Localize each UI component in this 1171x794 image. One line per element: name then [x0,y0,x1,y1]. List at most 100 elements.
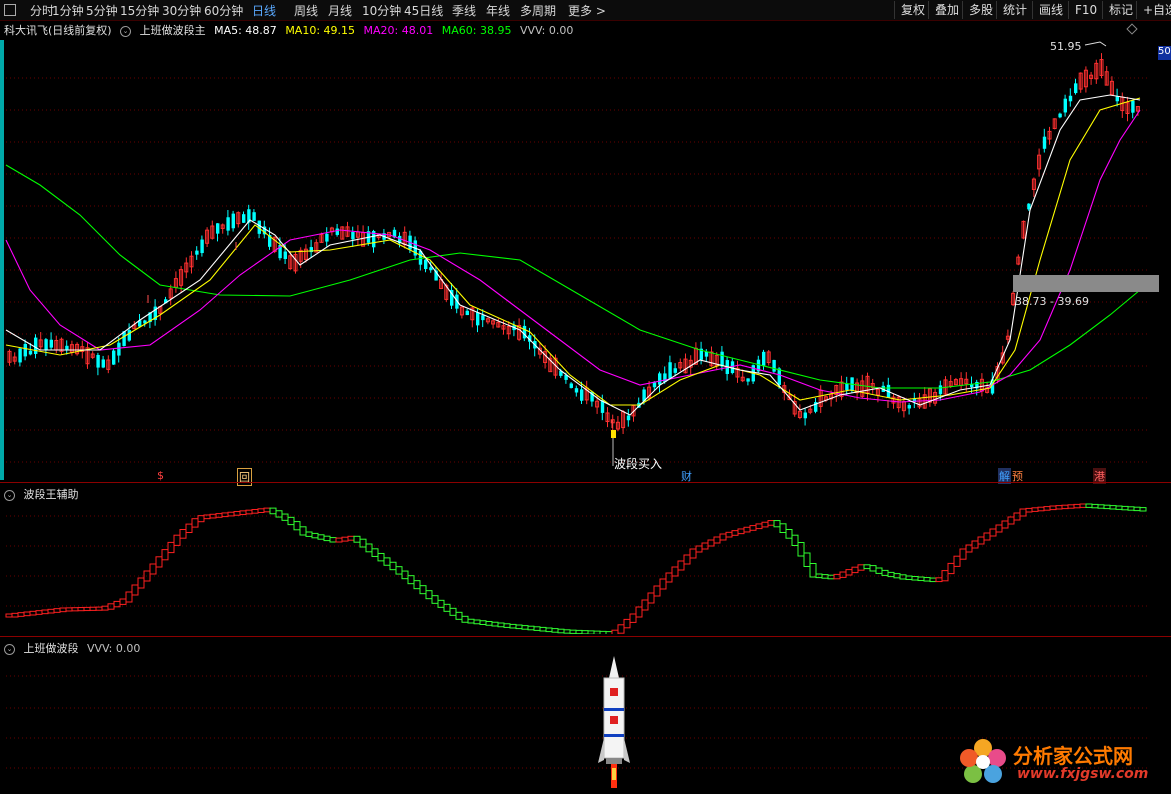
candle-down [1063,98,1067,113]
toolbar-button[interactable]: 标记 [1102,1,1139,19]
toolbar-button[interactable]: +自选 [1136,1,1171,19]
wave-step [269,507,277,515]
candle-down [200,239,204,254]
wave-step [311,532,319,539]
candle-down [28,350,33,355]
wave-step [125,591,133,603]
wave-step [443,603,451,612]
period-tab[interactable]: 5分钟 [86,2,118,19]
price-zone-box [1013,275,1159,292]
wave-step [293,521,301,531]
candlestick-chart[interactable]: 38.73 - 39.69 51.95 波段买入 [0,20,1171,480]
wave-step [839,571,847,578]
toolbar-button[interactable]: F10 [1068,1,1103,19]
wave-step [1037,506,1045,512]
buy-marker [611,430,616,438]
wave-step [689,548,697,559]
wave-step [761,521,769,528]
wave-step [5,613,13,618]
wave-step [869,565,877,572]
wave-step [539,626,547,632]
wave-step [407,575,415,585]
wave-step [287,516,295,526]
toolbar-button[interactable]: 叠加 [928,1,965,19]
toolbar-button[interactable]: 统计 [996,1,1033,19]
period-tab[interactable]: 45日线 [404,2,443,19]
candle-down [283,251,287,260]
wave-step [77,607,85,612]
period-tab[interactable]: 季线 [452,2,476,19]
wave-step [59,607,67,613]
candle-down [34,337,38,354]
wave-step [749,525,757,531]
period-tab[interactable]: 日线 [252,2,276,19]
panel-divider[interactable] [0,636,1171,637]
candle-down [938,385,943,395]
wave-step [215,513,223,518]
toolbar-button[interactable]: 多股 [962,1,999,19]
candle-down [803,412,807,419]
candle-down [65,345,69,350]
wave-step [989,528,997,537]
wave-step [857,564,865,571]
panel-divider[interactable] [0,482,1171,483]
toolbar-button[interactable]: 复权 [894,1,931,19]
candle-down [481,315,485,321]
wave-step [101,605,109,611]
wave-step [1085,503,1093,508]
wave-step [179,529,187,539]
wave-step [659,578,667,590]
high-price-label: 51.95 [1050,40,1082,53]
wave-step [371,548,379,557]
menu-icon[interactable] [4,4,16,16]
wave-step [533,626,541,631]
wave-step [551,628,559,633]
wave-step [695,545,703,553]
candle-down [424,259,428,270]
wave-step [599,630,607,634]
period-tab[interactable]: 周线 [294,2,318,19]
wave-step [563,629,571,634]
period-tab[interactable]: 10分钟 [362,2,401,19]
candle-down [569,383,573,388]
wave-step [1001,520,1009,529]
wave-step [923,577,931,582]
wave-step [245,509,253,515]
wave-assist-chart[interactable] [0,484,1171,634]
period-tab[interactable]: 更多 > [568,2,606,19]
period-tab[interactable]: 分时 [30,2,54,19]
wave-step [1127,506,1135,511]
ma5-line [5,94,1141,416]
toolbar-button[interactable]: 画线 [1032,1,1069,19]
buy-signal-label: 波段买入 [614,456,662,471]
candle-down [1074,83,1078,94]
wave-step [1067,504,1075,509]
period-tab[interactable]: 年线 [486,2,510,19]
signal-dollar[interactable]: $ [156,469,165,482]
wave-step [461,615,469,623]
candle-down [325,233,329,242]
wave-step [983,532,991,541]
period-tab[interactable]: 多周期 [520,2,556,19]
candle-down [335,228,339,235]
wave-step [491,621,499,627]
wave-step [305,531,313,537]
wave-step [605,631,613,634]
wave-step [635,606,643,618]
candle-down [1058,113,1062,118]
wave-step [713,536,721,544]
period-tab[interactable]: 月线 [328,2,352,19]
period-tab[interactable]: 1分钟 [52,2,84,19]
wave-step [149,563,157,575]
wave-step [845,569,853,576]
period-tab[interactable]: 15分钟 [120,2,159,19]
candle-down [23,343,27,357]
wave-step [1139,507,1147,512]
wave-step [29,610,37,616]
wave-step [131,584,139,596]
wave-step [347,535,355,541]
wave-step [335,537,343,543]
wave-step [1025,507,1033,513]
period-tab[interactable]: 30分钟 [162,2,201,19]
period-tab[interactable]: 60分钟 [204,2,243,19]
